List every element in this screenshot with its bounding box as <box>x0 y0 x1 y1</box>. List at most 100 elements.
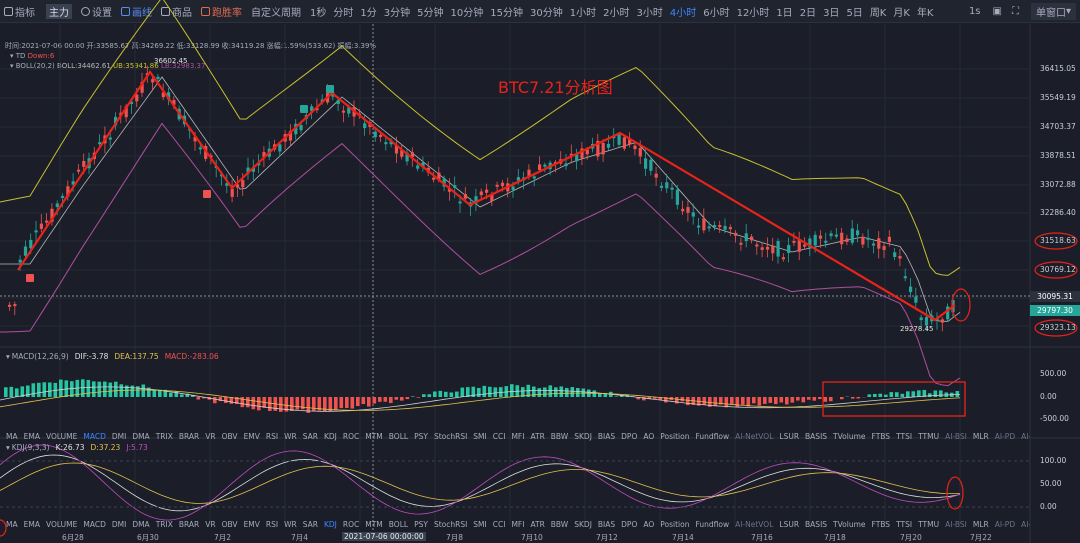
indicator-tab-ao[interactable]: AO <box>643 432 654 441</box>
date-label: 7月16 <box>751 533 773 542</box>
indicator-tab-emv[interactable]: EMV <box>244 520 260 529</box>
indicator-tab-cci[interactable]: CCI <box>493 520 506 529</box>
indicator-tab-macd[interactable]: MACD <box>83 432 105 441</box>
indicator-tab-wr[interactable]: WR <box>284 432 297 441</box>
indicator-tab-smi[interactable]: SMI <box>473 432 486 441</box>
indicator-tab-dma[interactable]: DMA <box>132 520 149 529</box>
indicator-tab-mtm[interactable]: MTM <box>365 520 383 529</box>
indicator-tab-mtm[interactable]: MTM <box>365 432 383 441</box>
indicator-tab-psy[interactable]: PSY <box>414 520 428 529</box>
indicator-tab-rsi[interactable]: RSI <box>266 432 278 441</box>
indicator-tab-boll[interactable]: BOLL <box>389 520 408 529</box>
indicator-tab-boll[interactable]: BOLL <box>389 432 408 441</box>
indicator-tab-mfi[interactable]: MFI <box>511 432 524 441</box>
indicator-tab-basis[interactable]: BASIS <box>805 520 827 529</box>
indicator-tab-position[interactable]: Position <box>660 432 689 441</box>
indicator-tab-ai-fdi[interactable]: AI-FDI <box>1021 520 1030 529</box>
indicator-tab-rsi[interactable]: RSI <box>266 520 278 529</box>
indicator-tab-ttmu[interactable]: TTMU <box>918 520 939 529</box>
indicator-tab-stochrsi[interactable]: StochRSI <box>434 520 467 529</box>
td-marker <box>326 85 334 93</box>
indicator-tab-ai-bsi[interactable]: AI-BSI <box>945 520 967 529</box>
kdj-legend[interactable]: ▾ KDJ(9,3,3) K:26.73 D:37.23 J:5.73 <box>0 441 1030 453</box>
indicator-tab-dmi[interactable]: DMI <box>112 520 126 529</box>
indicator-tab-ema[interactable]: EMA <box>24 520 40 529</box>
indicator-tab-ttmu[interactable]: TTMU <box>918 432 939 441</box>
indicator-tab-ai-bsi[interactable]: AI-BSI <box>945 432 967 441</box>
indicator-tab-mlr[interactable]: MLR <box>973 432 989 441</box>
indicator-tab-dmi[interactable]: DMI <box>112 432 126 441</box>
indicator-tab-sar[interactable]: SAR <box>303 432 318 441</box>
indicator-tab-skdj[interactable]: SKDJ <box>574 432 592 441</box>
indicator-tab-position[interactable]: Position <box>660 520 689 529</box>
indicator-tab-bbw[interactable]: BBW <box>551 432 568 441</box>
indicator-tab-basis[interactable]: BASIS <box>805 432 827 441</box>
indicator-tab-ttsi[interactable]: TTSI <box>896 520 912 529</box>
indicator-tab-macd[interactable]: MACD <box>83 520 105 529</box>
indicator-tab-trix[interactable]: TRIX <box>156 520 173 529</box>
indicator-tab-ftbs[interactable]: FTBS <box>872 432 891 441</box>
macd-bar <box>955 390 960 397</box>
indicator-tab-ai-pd[interactable]: AI-PD <box>995 520 1015 529</box>
indicator-tab-ttsi[interactable]: TTSI <box>896 432 912 441</box>
kdj-collapse-icon[interactable]: ▾ <box>6 443 10 452</box>
indicator-tab-lsur[interactable]: LSUR <box>779 520 799 529</box>
indicator-tab-roc[interactable]: ROC <box>343 520 359 529</box>
indicator-tab-wr[interactable]: WR <box>284 520 297 529</box>
indicator-tab-ema[interactable]: EMA <box>24 432 40 441</box>
indicator-tab-emv[interactable]: EMV <box>244 432 260 441</box>
indicator-tab-kdj[interactable]: KDJ <box>324 520 337 529</box>
indicator-tab-obv[interactable]: OBV <box>222 520 238 529</box>
indicator-tab-vr[interactable]: VR <box>205 520 215 529</box>
indicator-tab-vr[interactable]: VR <box>205 432 215 441</box>
indicator-tab-kdj[interactable]: KDJ <box>324 432 337 441</box>
indicator-tab-tvolume[interactable]: TVolume <box>833 432 865 441</box>
indicator-tab-atr[interactable]: ATR <box>530 520 544 529</box>
macd-bar <box>290 397 294 412</box>
indicator-tab-trix[interactable]: TRIX <box>156 432 173 441</box>
indicator-tab-volume[interactable]: VOLUME <box>46 432 77 441</box>
indicator-tab-ma[interactable]: MA <box>6 432 18 441</box>
indicator-tab-fundflow[interactable]: Fundflow <box>695 520 729 529</box>
indicator-tab-ai-netvol[interactable]: AI-NetVOL <box>735 520 773 529</box>
macd-collapse-icon[interactable]: ▾ <box>6 352 10 361</box>
indicator-tab-dma[interactable]: DMA <box>132 432 149 441</box>
indicator-tab-mlr[interactable]: MLR <box>973 520 989 529</box>
indicator-tab-obv[interactable]: OBV <box>222 432 238 441</box>
indicator-tab-ai-netvol[interactable]: AI-NetVOL <box>735 432 773 441</box>
indicator-tab-dpo[interactable]: DPO <box>621 432 637 441</box>
indicator-tab-bias[interactable]: BIAS <box>598 520 615 529</box>
indicator-tab-ai-fdi[interactable]: AI-FDI <box>1021 432 1030 441</box>
indicator-tab-lsur[interactable]: LSUR <box>779 432 799 441</box>
indicator-tab-brar[interactable]: BRAR <box>179 432 199 441</box>
indicator-tab-bias[interactable]: BIAS <box>598 432 615 441</box>
macd-bar <box>394 397 399 400</box>
indicator-tab-atr[interactable]: ATR <box>530 432 544 441</box>
indicator-tab-roc[interactable]: ROC <box>343 432 359 441</box>
indicator-tab-bbw[interactable]: BBW <box>551 520 568 529</box>
indicator-tab-ao[interactable]: AO <box>643 520 654 529</box>
macd-bar <box>108 382 113 397</box>
indicator-tab-smi[interactable]: SMI <box>473 520 486 529</box>
indicator-tab-psy[interactable]: PSY <box>414 432 428 441</box>
candle-body <box>871 243 876 246</box>
indicator-tab-fundflow[interactable]: Fundflow <box>695 432 729 441</box>
indicator-tab-tvolume[interactable]: TVolume <box>833 520 865 529</box>
indicator-tab-cci[interactable]: CCI <box>493 432 506 441</box>
macd-bar <box>928 393 932 397</box>
indicator-tab-brar[interactable]: BRAR <box>179 520 199 529</box>
indicator-tab-dpo[interactable]: DPO <box>621 520 637 529</box>
macd-legend[interactable]: ▾ MACD(12,26,9) DIF:-3.78 DEA:137.75 MAC… <box>0 350 1030 362</box>
indicator-tab-mfi[interactable]: MFI <box>511 520 524 529</box>
indicator-tab-ma[interactable]: MA <box>6 520 18 529</box>
indicator-tab-sar[interactable]: SAR <box>303 520 318 529</box>
indicator-tab-skdj[interactable]: SKDJ <box>574 520 592 529</box>
candle-body <box>479 191 483 196</box>
indicator-tab-ai-pd[interactable]: AI-PD <box>995 432 1015 441</box>
macd-bar <box>449 392 454 397</box>
indicator-tab-ftbs[interactable]: FTBS <box>872 520 891 529</box>
current-price-tag: 29797.30 <box>1030 305 1080 316</box>
macd-bar <box>295 397 300 410</box>
indicator-tab-stochrsi[interactable]: StochRSI <box>434 432 467 441</box>
indicator-tab-volume[interactable]: VOLUME <box>46 520 77 529</box>
